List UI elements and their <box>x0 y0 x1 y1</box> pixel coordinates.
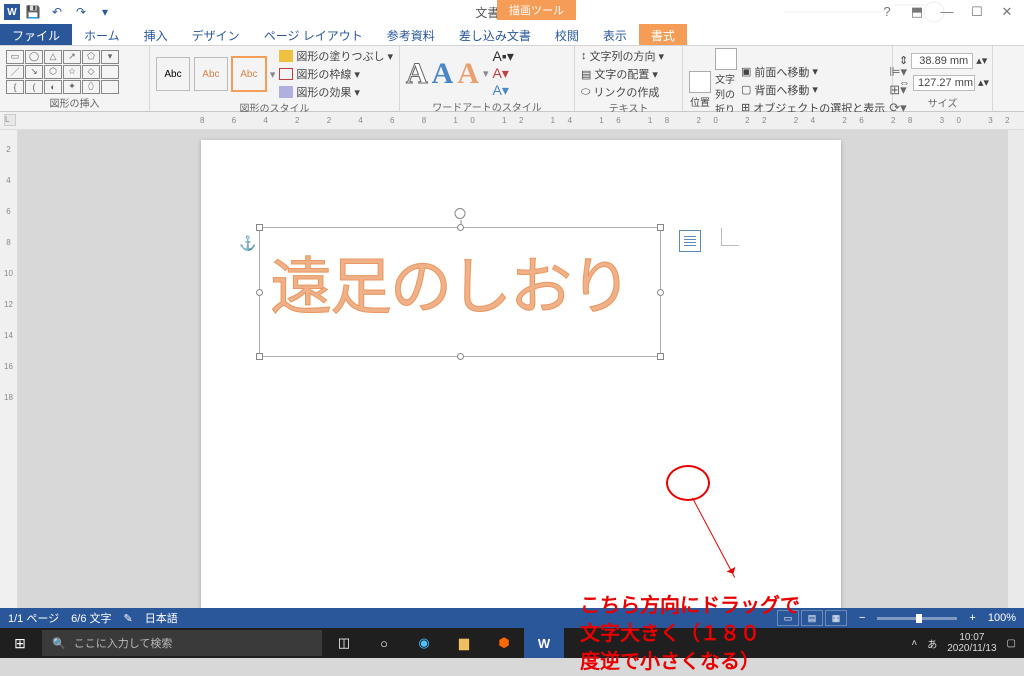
cortana-icon[interactable]: ○ <box>364 628 404 658</box>
wordart-style-2[interactable]: A <box>432 57 454 91</box>
close-icon[interactable]: ✕ <box>996 4 1018 20</box>
page-count[interactable]: 1/1 ページ <box>8 610 59 626</box>
shapes-gallery[interactable]: ▭◯△↗⬠▾ ／↘⬡☆◇ {(◐✦⬯ <box>6 50 119 94</box>
text-outline[interactable]: A▾ <box>493 65 514 82</box>
tab-references[interactable]: 参考資料 <box>375 24 447 45</box>
resize-handle[interactable] <box>256 224 263 231</box>
shape-effects[interactable]: 図形の効果 ▾ <box>279 84 393 100</box>
resize-handle[interactable] <box>657 353 664 360</box>
document-page[interactable]: ⚓ 遠足のしおり <box>201 140 841 608</box>
shape-fill[interactable]: 図形の塗りつぶし ▾ <box>279 48 393 64</box>
resize-handle[interactable] <box>256 289 263 296</box>
text-effects[interactable]: A▾ <box>493 82 514 99</box>
shape-style-2[interactable]: Abc <box>194 57 228 91</box>
clock[interactable]: 10:072020/11/13 <box>947 632 996 654</box>
resize-handle[interactable] <box>457 224 464 231</box>
word-icon: W <box>4 4 20 20</box>
tab-layout[interactable]: ページ レイアウト <box>252 24 375 45</box>
gallery-more-icon[interactable]: ▾ <box>483 67 489 80</box>
language[interactable]: 日本語 <box>145 610 178 626</box>
ruler-corner: L <box>4 114 16 126</box>
shape-outline[interactable]: 図形の枠線 ▾ <box>279 66 393 82</box>
tab-format[interactable]: 書式 <box>639 24 687 45</box>
resize-handle[interactable] <box>657 289 664 296</box>
status-bar: 1/1 ページ 6/6 文字 ✎ 日本語 ▭ ▤ ▦ − + 100% <box>0 608 1024 628</box>
wordart-text[interactable]: 遠足のしおり <box>260 228 660 334</box>
word-count[interactable]: 6/6 文字 <box>71 610 111 626</box>
word-taskbar-icon[interactable]: W <box>524 628 564 658</box>
gallery-more-icon[interactable]: ▾ <box>270 68 276 81</box>
tab-home[interactable]: ホーム <box>72 24 132 45</box>
wordart-object[interactable]: 遠足のしおり <box>259 227 661 357</box>
resize-handle[interactable] <box>657 224 664 231</box>
ruler-vertical[interactable]: 24681012141618 <box>0 130 18 608</box>
zoom-in-icon[interactable]: + <box>969 612 975 624</box>
scrollbar-vertical[interactable] <box>1008 130 1024 608</box>
edge-icon[interactable]: ◉ <box>404 628 444 658</box>
taskbar: ⊞ 🔍 ここに入力して検索 ◫ ○ ◉ ▆ ⬢ W ˄ あ 10:072020/… <box>0 628 1024 658</box>
layout-options-button[interactable] <box>679 230 701 252</box>
tray-chevron-icon[interactable]: ˄ <box>911 638 917 649</box>
ribbon-tabs: ファイル ホーム 挿入 デザイン ページ レイアウト 参考資料 差し込み文書 校… <box>0 24 1024 46</box>
position-button[interactable]: 位置 <box>689 71 711 109</box>
wordart-style-1[interactable]: A <box>406 57 428 91</box>
margin-mark <box>721 228 739 246</box>
tab-file[interactable]: ファイル <box>0 24 72 45</box>
wordart-style-3[interactable]: A <box>457 57 479 91</box>
shape-height[interactable]: ⇕ 38.89 mm ▴▾ <box>899 53 989 69</box>
zoom-out-icon[interactable]: − <box>859 612 865 624</box>
text-align[interactable]: ▤ 文字の配置 ▾ <box>581 66 664 82</box>
tab-mailings[interactable]: 差し込み文書 <box>447 24 543 45</box>
resize-handle[interactable] <box>256 353 263 360</box>
tab-view[interactable]: 表示 <box>591 24 639 45</box>
create-link[interactable]: ⬭ リンクの作成 <box>581 84 664 100</box>
resize-handle[interactable] <box>457 353 464 360</box>
store-icon[interactable]: ⬢ <box>484 628 524 658</box>
ime-indicator[interactable]: あ <box>927 636 937 651</box>
bring-forward[interactable]: ▣ 前面へ移動 ▾ <box>741 64 885 80</box>
undo-icon[interactable]: ↶ <box>46 2 68 22</box>
shape-style-3[interactable]: Abc <box>232 57 266 91</box>
group-size: サイズ <box>899 95 986 111</box>
send-backward[interactable]: ▢ 背面へ移動 ▾ <box>741 82 885 98</box>
decoration <box>784 0 964 24</box>
ribbon: ▭◯△↗⬠▾ ／↘⬡☆◇ {(◐✦⬯ 図形の挿入 Abc Abc Abc ▾ 図… <box>0 46 1024 112</box>
ruler-horizontal[interactable]: L 8 6 4 2 2 4 6 8 10 12 14 16 18 20 22 2… <box>0 112 1024 130</box>
contextual-tab-label: 描画ツール <box>497 0 576 20</box>
text-direction[interactable]: ↕ 文字列の方向 ▾ <box>581 48 664 64</box>
rotate-handle[interactable] <box>455 208 466 219</box>
view-web-icon[interactable]: ▦ <box>825 610 847 626</box>
zoom-level[interactable]: 100% <box>988 612 1016 624</box>
annotation-circle <box>666 465 710 501</box>
tab-design[interactable]: デザイン <box>180 24 252 45</box>
explorer-icon[interactable]: ▆ <box>444 628 484 658</box>
search-box[interactable]: 🔍 ここに入力して検索 <box>42 630 322 656</box>
group-shapes-insert: 図形の挿入 <box>6 95 143 111</box>
proofing-icon[interactable]: ✎ <box>124 612 133 625</box>
notifications-icon[interactable]: ▢ <box>1007 638 1016 649</box>
zoom-slider[interactable] <box>877 617 957 620</box>
save-icon[interactable]: 💾 <box>22 2 44 22</box>
qat-more-icon[interactable]: ▾ <box>94 2 116 22</box>
text-fill[interactable]: A▪▾ <box>493 48 514 65</box>
tab-review[interactable]: 校閲 <box>543 24 591 45</box>
maximize-icon[interactable]: ☐ <box>966 4 988 20</box>
tab-insert[interactable]: 挿入 <box>132 24 180 45</box>
anchor-icon[interactable]: ⚓ <box>239 235 256 252</box>
redo-icon[interactable]: ↷ <box>70 2 92 22</box>
shape-width[interactable]: ⇔ 127.27 mm ▴▾ <box>899 75 989 91</box>
view-print-icon[interactable]: ▤ <box>801 610 823 626</box>
annotation-text: こちら方向にドラッグで 文字大きく（１８０ 度逆で小さくなる） <box>580 592 800 676</box>
task-view-icon[interactable]: ◫ <box>324 628 364 658</box>
start-button[interactable]: ⊞ <box>0 628 40 658</box>
shape-style-1[interactable]: Abc <box>156 57 190 91</box>
